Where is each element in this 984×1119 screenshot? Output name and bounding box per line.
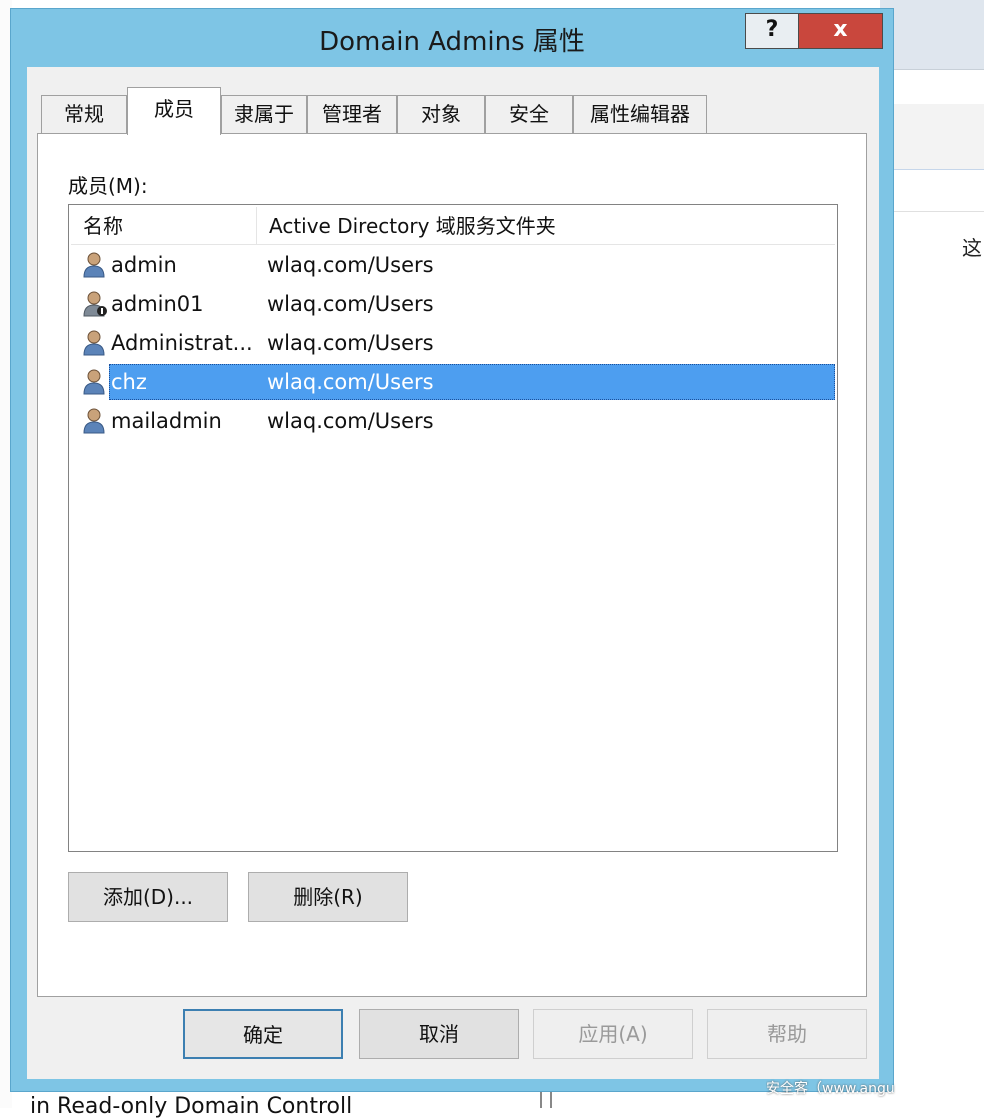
list-item[interactable]: admin01 wlaq.com/Users [71,286,835,322]
tab-members[interactable]: 成员 [127,87,221,135]
member-name: admin01 [111,292,204,316]
member-folder: wlaq.com/Users [267,409,434,433]
list-item[interactable]: admin wlaq.com/Users [71,247,835,283]
user-icon [83,252,105,278]
list-item[interactable]: Administrat... wlaq.com/Users [71,325,835,361]
help-footer-button[interactable]: 帮助 [707,1009,867,1059]
member-name: admin [111,253,177,277]
member-name: chz [111,370,147,394]
column-header-folder[interactable]: Active Directory 域服务文件夹 [257,207,835,245]
user-icon [83,330,105,356]
column-header-name[interactable]: 名称 [71,207,257,245]
cancel-button[interactable]: 取消 [359,1009,519,1059]
list-item[interactable]: mailadmin wlaq.com/Users [71,403,835,439]
member-folder: wlaq.com/Users [267,253,434,277]
members-label: 成员(M): [68,174,148,198]
member-folder: wlaq.com/Users [267,370,434,394]
properties-dialog: Domain Admins 属性 ? x 常规 成员 隶属于 管理者 对象 安全… [10,8,894,1092]
member-name: mailadmin [111,409,222,433]
tab-general[interactable]: 常规 [41,95,127,133]
help-button[interactable]: ? [745,13,799,49]
members-panel: 成员(M): 名称 Active Directory 域服务文件夹 admin … [37,133,867,997]
apply-button[interactable]: 应用(A) [533,1009,693,1059]
user-icon [83,369,105,395]
background-toolbar [880,0,984,70]
user-icon [83,408,105,434]
dialog-client: 常规 成员 隶属于 管理者 对象 安全 属性编辑器 成员(M): 名称 Acti… [27,67,879,1079]
member-name: Administrat... [111,331,253,355]
tab-managed-by[interactable]: 管理者 [307,95,397,133]
member-folder: wlaq.com/Users [267,292,434,316]
background-text: 这 [962,236,982,260]
remove-button[interactable]: 删除(R) [248,872,408,922]
watermark: 安全客（www.angu [766,1081,895,1097]
member-folder: wlaq.com/Users [267,331,434,355]
add-button[interactable]: 添加(D)... [68,872,228,922]
close-button[interactable]: x [799,13,883,49]
background-bottom-text: in Read-only Domain Controll [30,1094,353,1119]
tab-member-of[interactable]: 隶属于 [221,95,307,133]
selection-highlight [109,364,835,400]
background-ribbon [880,104,984,170]
background-splitter [540,1090,552,1108]
list-header: 名称 Active Directory 域服务文件夹 [71,207,835,245]
title-bar[interactable]: Domain Admins 属性 ? x [11,9,893,67]
tab-security[interactable]: 安全 [485,95,573,133]
ok-button[interactable]: 确定 [183,1009,343,1059]
members-list[interactable]: 名称 Active Directory 域服务文件夹 admin wlaq.co… [68,204,838,852]
list-item-selected[interactable]: chz wlaq.com/Users [71,364,835,400]
user-disabled-icon [83,291,107,317]
tab-attribute-editor[interactable]: 属性编辑器 [573,95,707,133]
tab-object[interactable]: 对象 [397,95,485,133]
background-header [880,176,984,212]
